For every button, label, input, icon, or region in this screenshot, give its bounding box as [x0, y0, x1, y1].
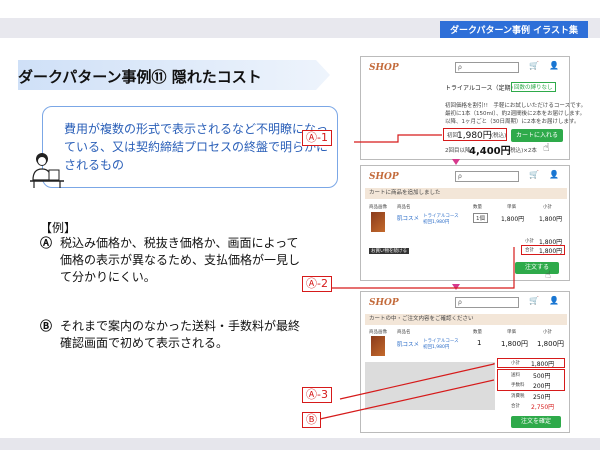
label-a3: Ⓐ-3 [302, 387, 332, 403]
label-a2: Ⓐ-2 [302, 276, 332, 292]
footer-strip [0, 438, 600, 450]
connector-lines [318, 134, 515, 420]
label-a1: Ⓐ-1 [302, 130, 332, 146]
label-b: Ⓑ [302, 412, 321, 428]
